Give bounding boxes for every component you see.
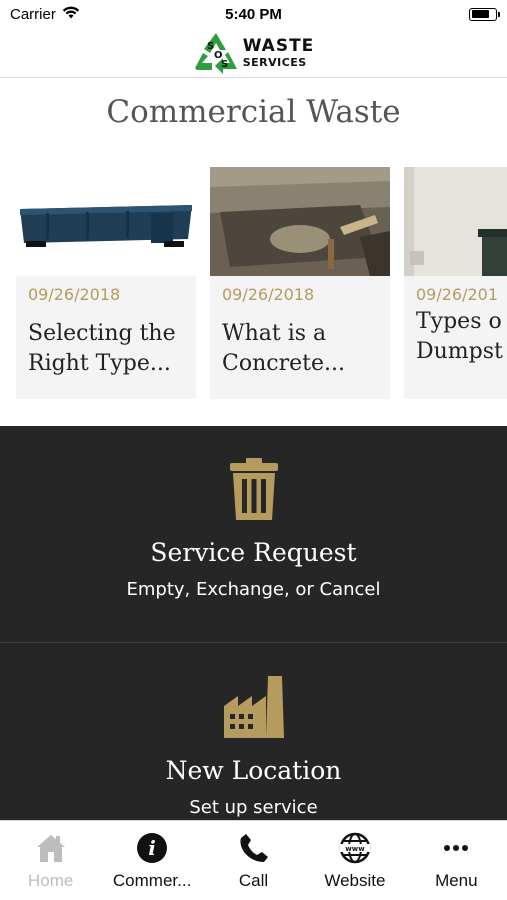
tab-home[interactable]: Home (0, 821, 101, 900)
status-bar: Carrier 5:40 PM (0, 0, 507, 28)
tab-label: Commer... (112, 871, 192, 890)
trash-can-icon (229, 458, 278, 520)
logo-line2: SERVICES (242, 55, 307, 69)
new-location-subtitle: Set up service (189, 797, 318, 818)
new-location-title: New Location (165, 756, 342, 785)
info-icon: i (137, 833, 168, 863)
panel-divider (0, 642, 507, 643)
recycle-logo-icon: S O S (194, 32, 237, 74)
service-request-subtitle: Empty, Exchange, or Cancel (126, 579, 381, 600)
article-image-concrete (210, 167, 390, 276)
tab-label: Call (238, 871, 269, 890)
new-location-action[interactable]: New Location Set up service (0, 676, 507, 818)
brand-logo: S O S WASTE SERVICES (193, 31, 315, 75)
svg-text:www: www (345, 845, 365, 853)
status-left: Carrier (10, 6, 80, 23)
page-title: Commercial Waste (106, 94, 401, 130)
service-request-title: Service Request (150, 538, 357, 567)
battery-level (471, 10, 489, 18)
app-header: S O S WASTE SERVICES (0, 28, 507, 78)
bottom-tab-bar: Home i Commer... Call www Website Menu (0, 820, 507, 900)
article-image-dumpster (16, 167, 196, 276)
article-carousel[interactable]: 09/26/2018 Selecting the Right Type... 0… (16, 167, 507, 399)
service-request-action[interactable]: Service Request Empty, Exchange, or Canc… (0, 458, 507, 600)
tab-label: Menu (435, 871, 478, 890)
logo-line1: WASTE (242, 35, 315, 56)
article-title[interactable]: What is a Concrete... (222, 319, 430, 379)
svg-text:i: i (148, 836, 156, 860)
more-icon (444, 845, 469, 851)
article-card[interactable]: 09/26/2018 What is a Concrete... (210, 167, 390, 399)
article-title[interactable]: Selecting the Right Type... (28, 319, 236, 379)
article-image-dumpster-wall (404, 167, 507, 276)
phone-icon (239, 834, 268, 862)
globe-icon: www (339, 832, 371, 864)
article-date: 09/26/201 (416, 285, 499, 304)
tab-commercial[interactable]: i Commer... (101, 821, 202, 900)
tab-call[interactable]: Call (203, 821, 304, 900)
article-card[interactable]: 09/26/201 Types o Dumpst (404, 167, 507, 399)
carrier-label: Carrier (10, 5, 56, 23)
tab-menu[interactable]: Menu (406, 821, 507, 900)
tab-website[interactable]: www Website (304, 821, 405, 900)
battery-icon (469, 7, 500, 21)
article-date: 09/26/2018 (222, 285, 315, 304)
article-card[interactable]: 09/26/2018 Selecting the Right Type... (16, 167, 196, 399)
article-title[interactable]: Types o Dumpst (416, 307, 507, 367)
tab-label: Home (28, 871, 74, 890)
tab-label: Website (324, 871, 386, 890)
action-panel: Service Request Empty, Exchange, or Canc… (0, 426, 507, 820)
article-date: 09/26/2018 (28, 285, 121, 304)
wifi-icon (62, 6, 80, 23)
svg-text:S: S (221, 59, 228, 70)
factory-icon (223, 676, 284, 738)
home-icon (36, 835, 65, 862)
